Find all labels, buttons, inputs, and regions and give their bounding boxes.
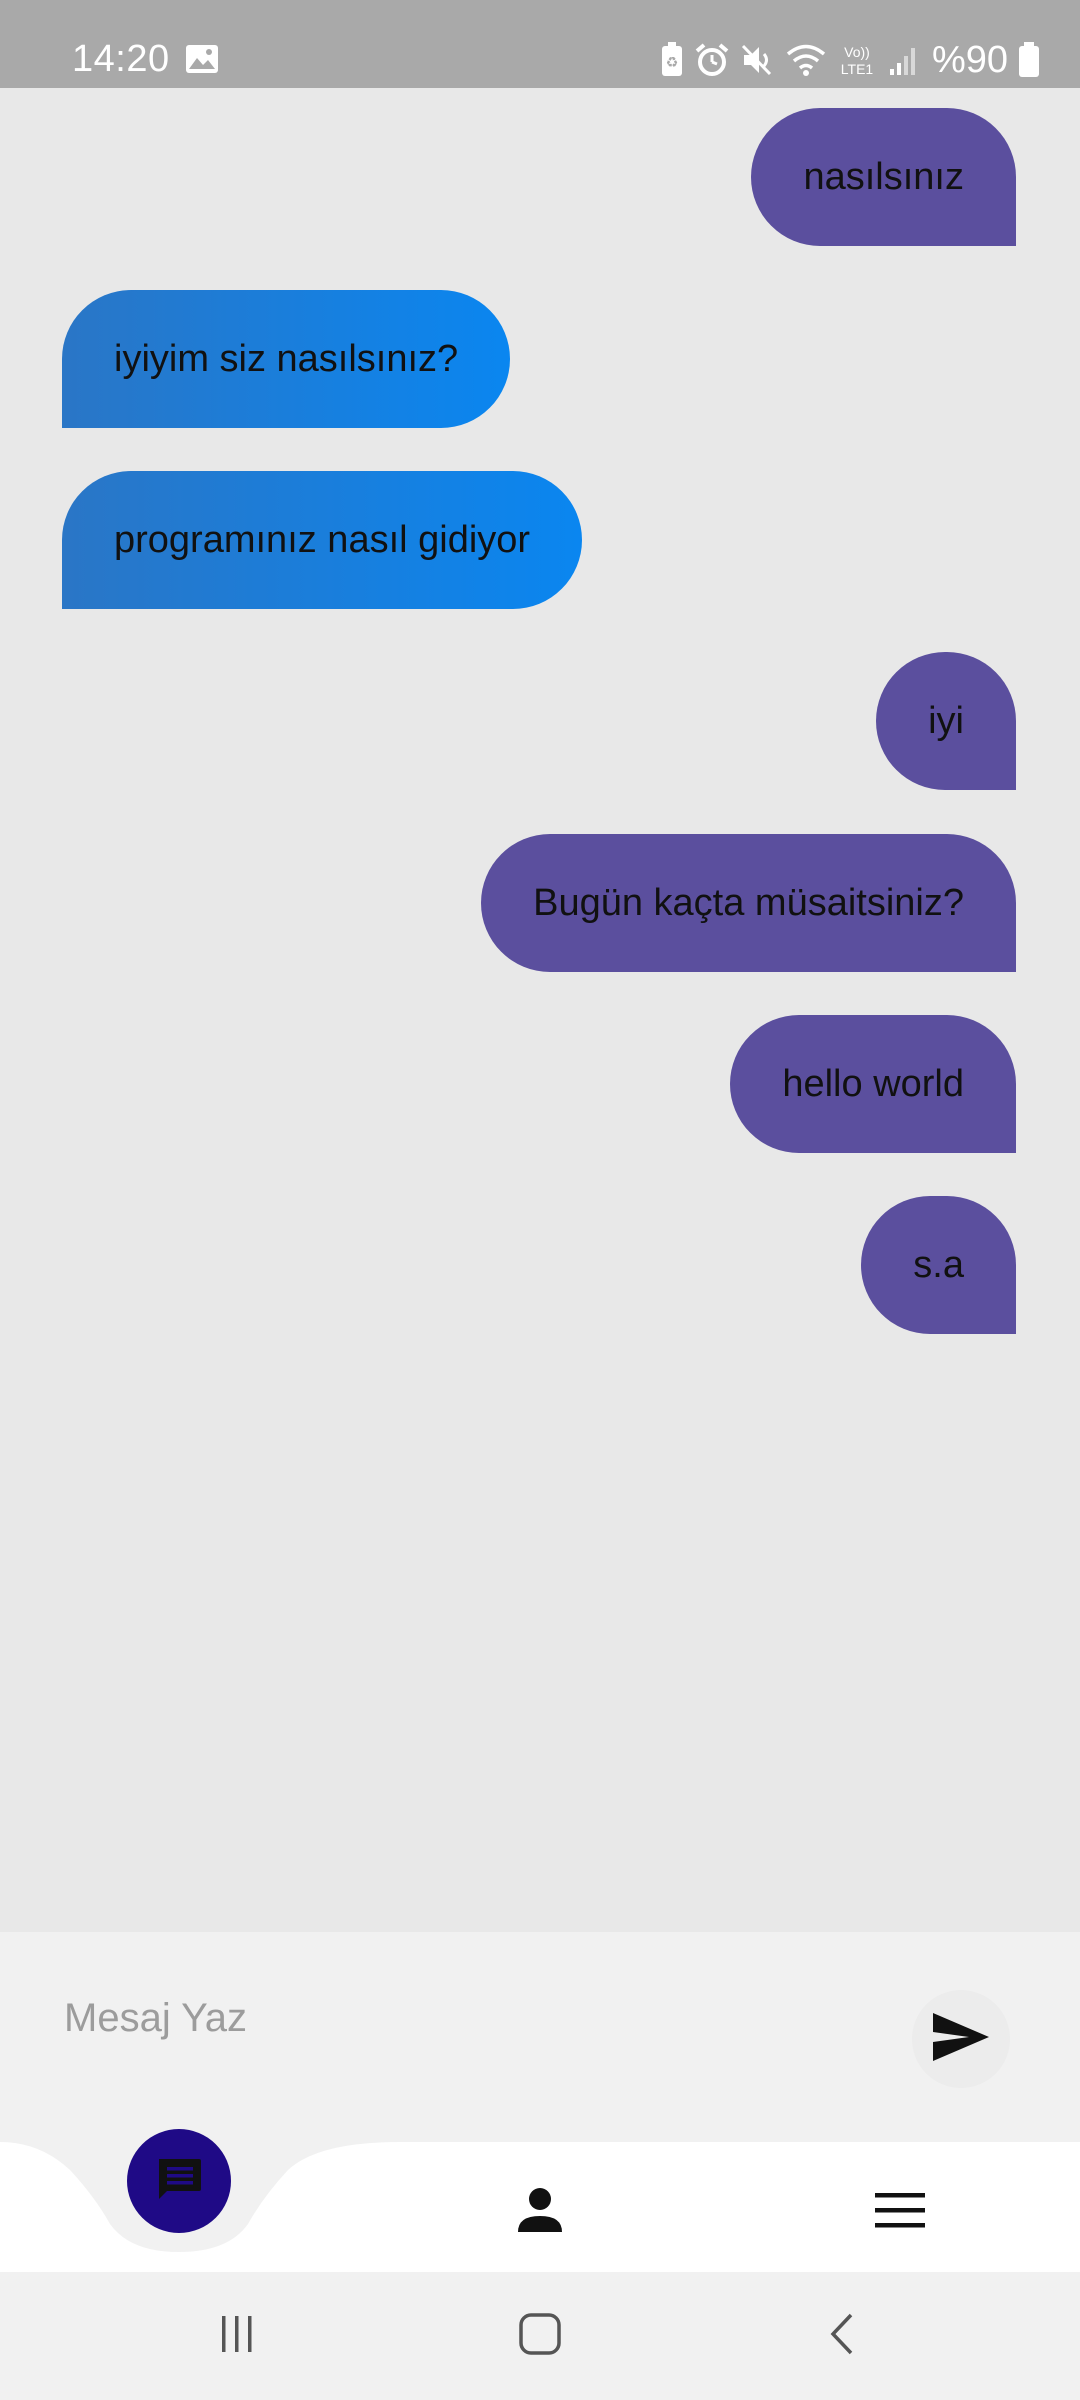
message-text: iyi [928,699,964,742]
recent-apps-button[interactable] [207,2306,267,2366]
message-sent[interactable]: Bugün kaçta müsaitsiniz? [481,834,1016,972]
message-sent[interactable]: s.a [861,1196,1016,1334]
send-icon [931,2011,991,2068]
message-sent[interactable]: iyi [876,652,1016,790]
message-composer [0,1932,1080,2142]
message-text: programınız nasıl gidiyor [114,518,531,561]
wifi-icon [786,43,826,77]
svg-text:Vo)): Vo)) [844,44,870,60]
gallery-icon [185,44,219,79]
menu-icon [875,2191,925,2234]
svg-text:LTE1: LTE1 [841,61,874,77]
message-input[interactable] [62,1972,866,2064]
home-button[interactable] [510,2306,570,2366]
message-text: s.a [913,1243,964,1286]
back-icon [827,2312,857,2361]
status-icons: ♻ Vo)) LTE1 %90 [660,36,1040,84]
message-received[interactable]: iyiyim siz nasılsınız? [62,290,511,428]
nav-profile-button[interactable] [510,2182,570,2242]
volte-icon: Vo)) LTE1 [836,42,878,78]
battery-percent: %90 [931,38,1008,81]
message-sent[interactable]: nasılsınız [751,108,1016,246]
svg-text:♻: ♻ [666,55,679,71]
message-text: hello world [782,1062,964,1105]
nav-menu-button[interactable] [870,2182,930,2242]
signal-icon [888,43,918,77]
alarm-icon [694,42,730,78]
person-icon [517,2186,563,2239]
battery-icon [1018,42,1040,78]
battery-saver-icon: ♻ [660,42,684,78]
back-button[interactable] [812,2306,872,2366]
chat-icon [153,2153,205,2210]
status-time: 14:20 [72,38,170,80]
send-button[interactable] [912,1990,1010,2088]
message-text: Bugün kaçta müsaitsiniz? [533,881,964,924]
mute-icon [740,42,776,78]
message-text: iyiyim siz nasılsınız? [114,337,459,380]
system-nav [0,2272,1080,2400]
message-received[interactable]: programınız nasıl gidiyor [62,471,583,609]
message-sent[interactable]: hello world [730,1015,1016,1153]
recent-apps-icon [217,2314,257,2359]
status-bar: 14:20 ♻ Vo)) LTE1 %90 [0,0,1080,88]
bottom-nav [0,2129,1080,2272]
message-text: nasılsınız [803,155,964,198]
home-icon [518,2312,562,2361]
nav-chat-button[interactable] [127,2129,231,2233]
